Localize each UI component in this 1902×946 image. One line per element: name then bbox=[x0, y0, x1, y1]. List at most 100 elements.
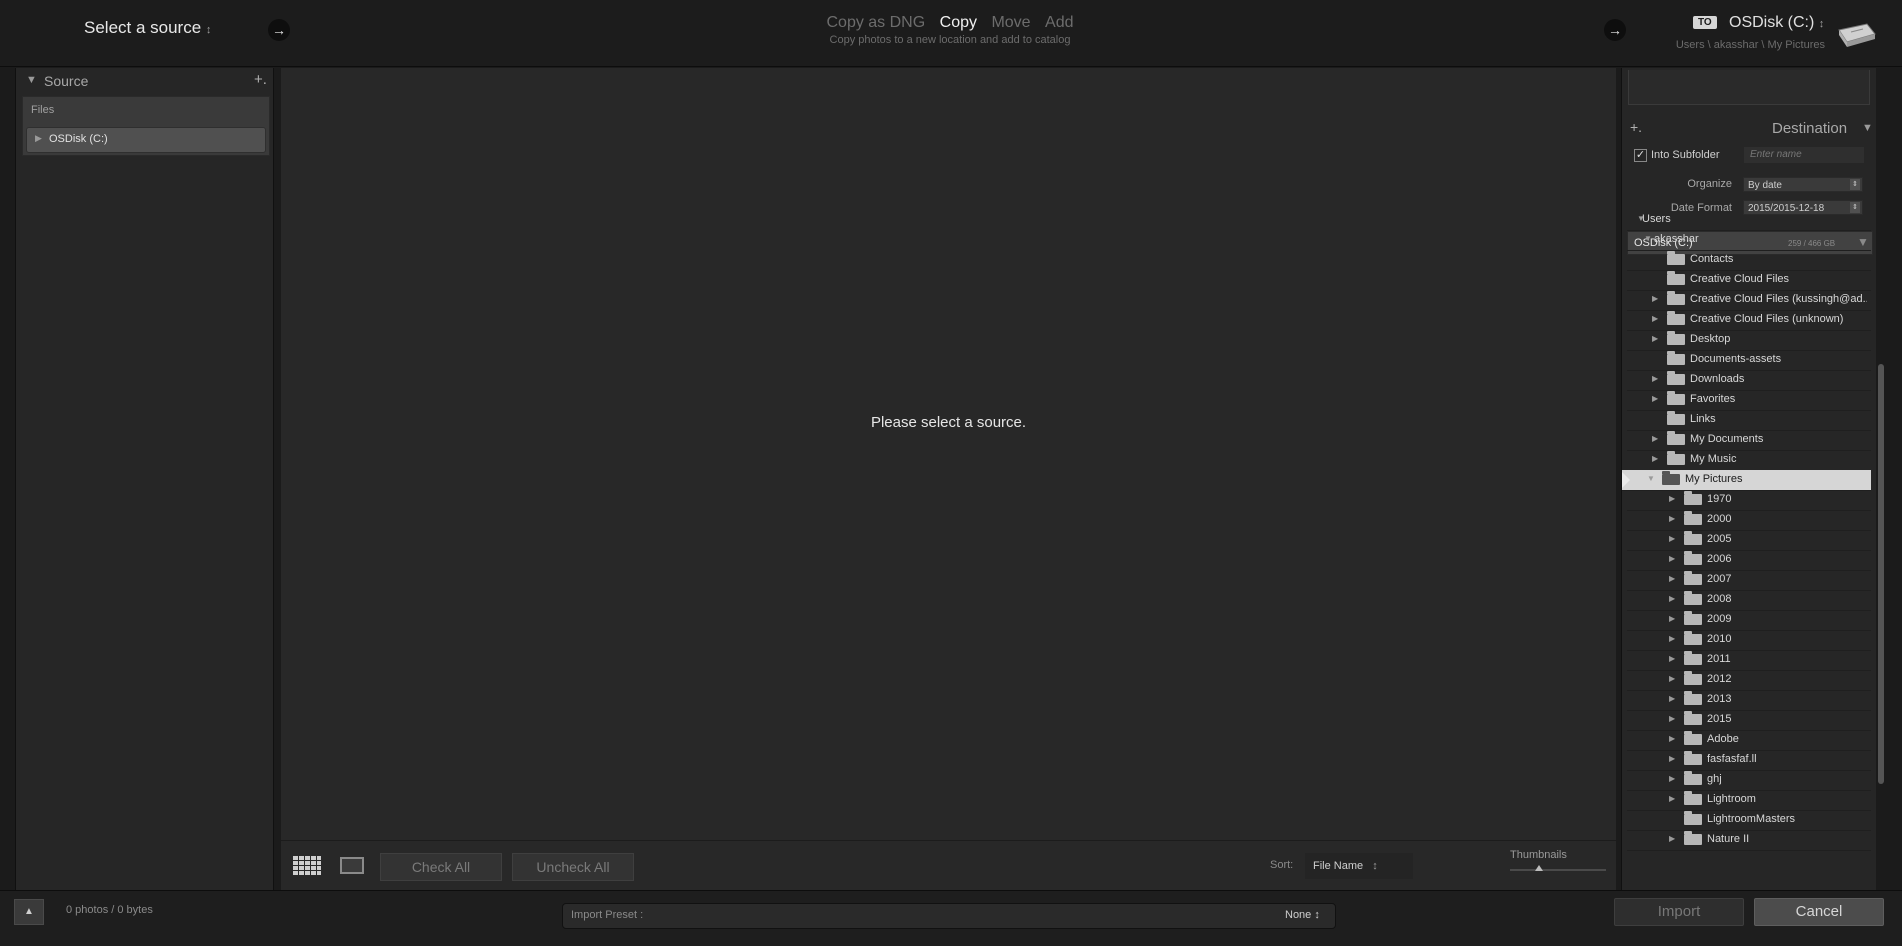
tree-folder-row[interactable]: ▶ 1970 bbox=[1627, 490, 1871, 511]
expand-triangle-icon[interactable]: ▶ bbox=[1669, 614, 1675, 623]
collapse-triangle-icon[interactable]: ▼ bbox=[1644, 234, 1652, 243]
expand-triangle-icon[interactable]: ▶ bbox=[1652, 314, 1658, 323]
folder-icon bbox=[1684, 731, 1702, 745]
folder-icon bbox=[1684, 751, 1702, 765]
import-preset-bar[interactable]: Import Preset : None ↕ bbox=[562, 903, 1336, 929]
tree-folder-row[interactable]: ▶ My Documents bbox=[1627, 430, 1871, 451]
tree-folder-row[interactable]: ▶ 2013 bbox=[1627, 690, 1871, 711]
tree-folder-row[interactable]: ▶ ghj bbox=[1627, 770, 1871, 791]
tree-folder-row[interactable]: ▶ 2008 bbox=[1627, 590, 1871, 611]
tree-folder-row[interactable]: ▶ Nature II bbox=[1627, 830, 1871, 851]
tree-folder-row[interactable]: ▶ Creative Cloud Files (unknown) bbox=[1627, 310, 1871, 331]
destination-arrow-icon[interactable]: → bbox=[1604, 19, 1626, 41]
folder-icon bbox=[1684, 571, 1702, 585]
uncheck-all-button[interactable]: Uncheck All bbox=[512, 853, 634, 881]
tree-folder-row[interactable]: Contacts bbox=[1627, 250, 1871, 271]
tree-folder-row[interactable]: ▶ 2011 bbox=[1627, 650, 1871, 671]
expand-triangle-icon[interactable]: ▶ bbox=[1652, 454, 1658, 463]
destination-disk-dropdown[interactable]: OSDisk (C:) ↕ bbox=[1729, 14, 1824, 32]
tree-folder-row[interactable]: ▶ 2010 bbox=[1627, 630, 1871, 651]
tree-folder-row[interactable]: ▶ 2009 bbox=[1627, 610, 1871, 631]
expand-triangle-icon[interactable]: ▶ bbox=[1669, 694, 1675, 703]
expand-triangle-icon[interactable]: ▶ bbox=[1669, 774, 1675, 783]
expand-triangle-icon[interactable]: ▶ bbox=[1669, 594, 1675, 603]
expand-triangle-icon[interactable]: ▶ bbox=[1669, 734, 1675, 743]
expand-triangle-icon[interactable]: ▶ bbox=[1652, 374, 1658, 383]
tree-folder-row[interactable]: ▶ 2015 bbox=[1627, 710, 1871, 731]
destination-disk-arrows-icon: ↕ bbox=[1818, 18, 1825, 30]
loupe-view-icon[interactable] bbox=[340, 857, 364, 874]
tree-folder-row[interactable]: ▼ akasshar bbox=[1627, 230, 1871, 251]
tree-folder-label: Creative Cloud Files bbox=[1690, 273, 1790, 285]
tree-folder-label: Creative Cloud Files (unknown) bbox=[1690, 313, 1844, 325]
tree-folder-row[interactable]: ▶ Adobe bbox=[1627, 730, 1871, 751]
expand-triangle-icon[interactable]: ▶ bbox=[1669, 674, 1675, 683]
tree-folder-row[interactable]: ▶ 2000 bbox=[1627, 510, 1871, 531]
source-arrow-icon[interactable]: → bbox=[268, 19, 290, 41]
add-source-icon[interactable]: +. bbox=[254, 71, 267, 88]
expand-triangle-icon[interactable]: ▶ bbox=[1669, 794, 1675, 803]
show-panel-icon[interactable]: ▲ bbox=[14, 899, 44, 925]
folder-icon bbox=[1667, 351, 1685, 365]
select-source-dropdown[interactable]: Select a source ↕ bbox=[84, 18, 211, 38]
tree-folder-row[interactable]: Links bbox=[1627, 410, 1871, 431]
destination-disk-label: OSDisk (C:) bbox=[1729, 14, 1815, 31]
expand-triangle-icon[interactable]: ▶ bbox=[1669, 554, 1675, 563]
folder-icon bbox=[1684, 591, 1702, 605]
import-button[interactable]: Import bbox=[1614, 898, 1744, 926]
mode-copy[interactable]: Copy bbox=[940, 14, 977, 31]
mode-add[interactable]: Add bbox=[1045, 14, 1073, 31]
collapse-triangle-icon[interactable]: ▼ bbox=[1647, 474, 1655, 483]
expand-triangle-icon[interactable]: ▶ bbox=[1652, 294, 1658, 303]
tree-folder-row[interactable]: ▶ 2012 bbox=[1627, 670, 1871, 691]
sort-dropdown[interactable]: File Name ↕ bbox=[1305, 853, 1413, 879]
expand-triangle-icon[interactable]: ▶ bbox=[1669, 574, 1675, 583]
cancel-button[interactable]: Cancel bbox=[1754, 898, 1884, 926]
expand-triangle-icon[interactable]: ▶ bbox=[1669, 494, 1675, 503]
tree-folder-label: Documents-assets bbox=[1690, 353, 1782, 365]
tree-folder-row[interactable]: ▶ Downloads bbox=[1627, 370, 1871, 391]
tree-folder-row[interactable]: LightroomMasters bbox=[1627, 810, 1871, 831]
tree-folder-row[interactable]: ▶ 2007 bbox=[1627, 570, 1871, 591]
expand-triangle-icon[interactable]: ▶ bbox=[1669, 754, 1675, 763]
source-panel-header[interactable]: ▼ Source +. bbox=[16, 68, 273, 94]
expand-triangle-icon[interactable]: ▶ bbox=[1669, 534, 1675, 543]
tree-folder-row[interactable]: ▶ Lightroom bbox=[1627, 790, 1871, 811]
folder-icon bbox=[1684, 671, 1702, 685]
expand-triangle-icon[interactable]: ▶ bbox=[1669, 834, 1675, 843]
import-preset-value[interactable]: None ↕ bbox=[1285, 909, 1320, 921]
tree-folder-row[interactable]: ▶ 2005 bbox=[1627, 530, 1871, 551]
tree-folder-label: Links bbox=[1690, 413, 1716, 425]
tree-folder-row[interactable]: ▶ Creative Cloud Files (kussingh@ad... bbox=[1627, 290, 1871, 311]
collapse-triangle-icon[interactable]: ▼ bbox=[26, 74, 37, 86]
tree-folder-row[interactable]: ▶ My Music bbox=[1627, 450, 1871, 471]
tree-folder-row[interactable]: ▶ fasfasfaf.ll bbox=[1627, 750, 1871, 771]
mode-description: Copy photos to a new location and add to… bbox=[829, 34, 1071, 46]
tree-folder-row[interactable]: Documents-assets bbox=[1627, 350, 1871, 371]
expand-triangle-icon[interactable]: ▶ bbox=[1669, 634, 1675, 643]
expand-triangle-icon[interactable]: ▶ bbox=[1669, 654, 1675, 663]
destination-scrollbar[interactable] bbox=[1878, 364, 1884, 784]
mode-move[interactable]: Move bbox=[991, 14, 1030, 31]
expand-triangle-icon[interactable]: ▶ bbox=[35, 133, 42, 144]
check-all-button[interactable]: Check All bbox=[380, 853, 502, 881]
expand-triangle-icon[interactable]: ▶ bbox=[1652, 334, 1658, 343]
tree-folder-row[interactable]: ▶ Favorites bbox=[1627, 390, 1871, 411]
source-volume-osdisk[interactable]: ▶ OSDisk (C:) bbox=[26, 127, 266, 153]
tree-folder-label: Desktop bbox=[1690, 333, 1731, 345]
expand-triangle-icon[interactable]: ▶ bbox=[1669, 714, 1675, 723]
bottom-bar: ▲ 0 photos / 0 bytes Import Preset : Non… bbox=[0, 890, 1902, 946]
mode-copy-as-dng[interactable]: Copy as DNG bbox=[826, 14, 925, 31]
thumbnail-slider-handle[interactable] bbox=[1534, 865, 1543, 871]
tree-folder-row[interactable]: Creative Cloud Files bbox=[1627, 270, 1871, 291]
tree-folder-label: 1970 bbox=[1707, 493, 1732, 505]
expand-triangle-icon[interactable]: ▶ bbox=[1669, 514, 1675, 523]
tree-folder-row[interactable]: ▼ Users bbox=[1627, 210, 1871, 231]
expand-triangle-icon[interactable]: ▶ bbox=[1652, 434, 1658, 443]
tree-folder-row[interactable]: ▶ Desktop bbox=[1627, 330, 1871, 351]
expand-triangle-icon[interactable]: ▶ bbox=[1652, 394, 1658, 403]
tree-folder-row[interactable]: ▼ My Pictures bbox=[1622, 470, 1871, 491]
thumbnail-size-slider[interactable] bbox=[1510, 869, 1606, 871]
tree-folder-row[interactable]: ▶ 2006 bbox=[1627, 550, 1871, 571]
grid-view-icon[interactable] bbox=[293, 856, 321, 876]
